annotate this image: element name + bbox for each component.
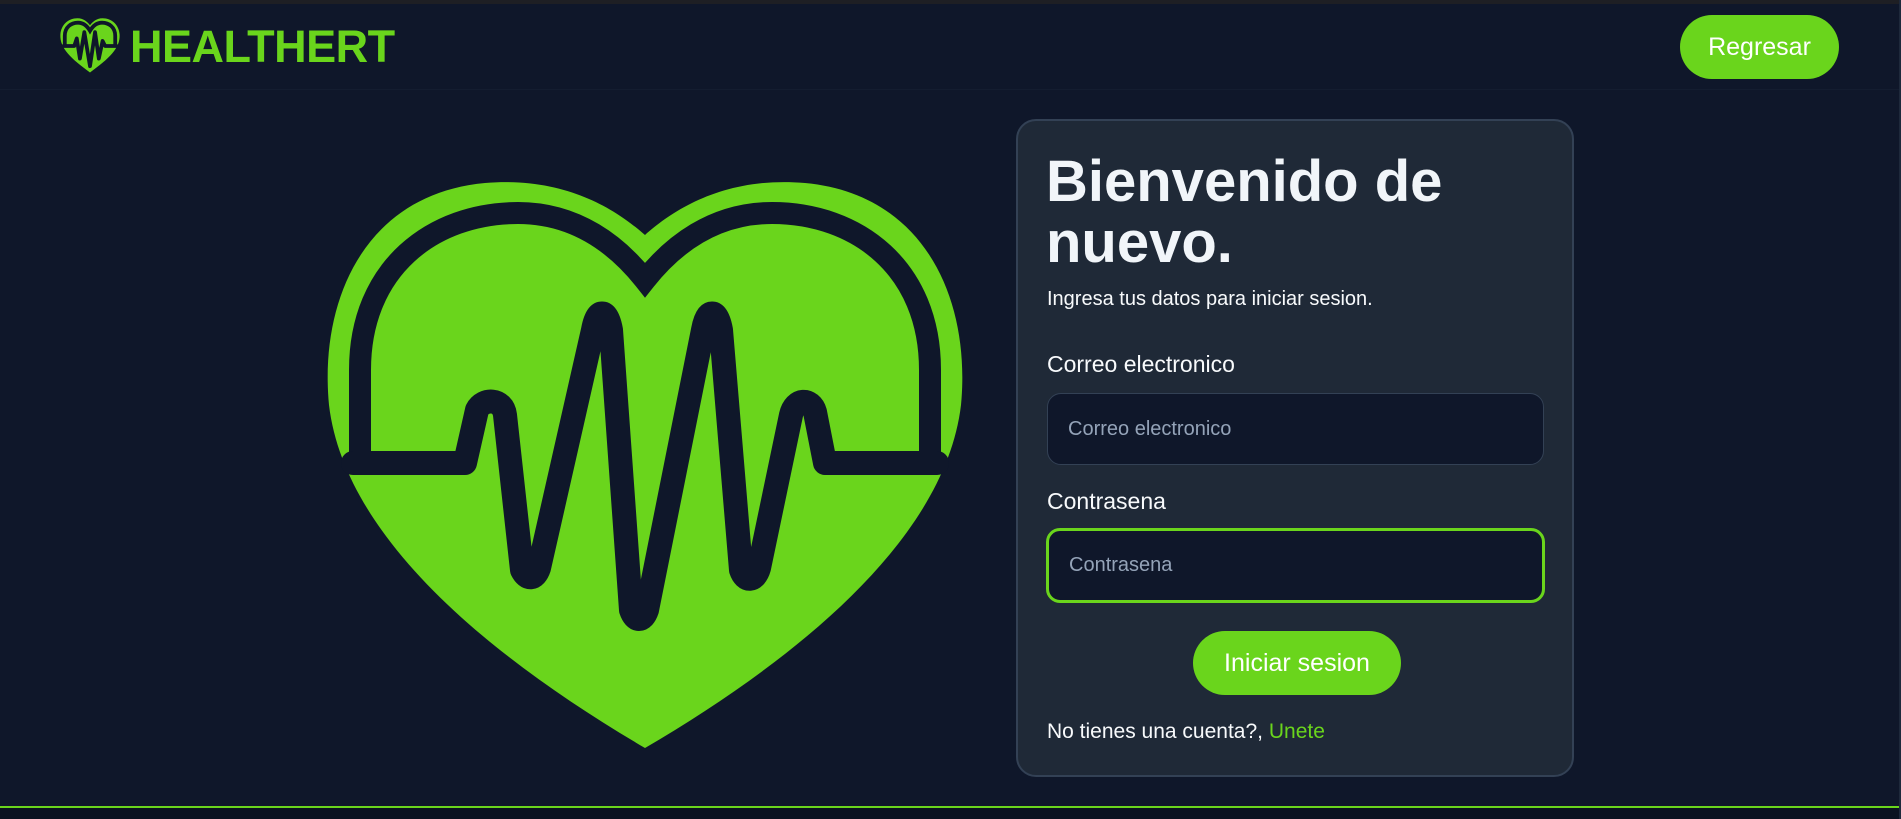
footer-strip bbox=[0, 808, 1901, 819]
back-button[interactable]: Regresar bbox=[1680, 15, 1839, 79]
signup-link[interactable]: Unete bbox=[1269, 720, 1325, 743]
brand[interactable]: HEALTHERT bbox=[58, 16, 395, 76]
brand-name: HEALTHERT bbox=[130, 20, 395, 72]
heart-pulse-icon bbox=[60, 18, 120, 73]
signup-row: No tienes una cuenta?, Unete bbox=[1047, 720, 1325, 744]
password-field[interactable] bbox=[1046, 528, 1545, 603]
heart-pulse-icon bbox=[327, 182, 963, 749]
login-card: Bienvenido de nuevo. Ingresa tus datos p… bbox=[1016, 119, 1574, 777]
login-button[interactable]: Iniciar sesion bbox=[1193, 631, 1401, 695]
password-label: Contrasena bbox=[1047, 488, 1166, 514]
login-title: Bienvenido de nuevo. bbox=[1046, 149, 1443, 275]
signup-prompt: No tienes una cuenta?, bbox=[1047, 720, 1263, 743]
site-header: HEALTHERT Regresar bbox=[0, 4, 1901, 90]
email-label: Correo electronico bbox=[1047, 351, 1235, 377]
email-field[interactable] bbox=[1047, 393, 1544, 465]
login-subtitle: Ingresa tus datos para iniciar sesion. bbox=[1047, 288, 1373, 310]
